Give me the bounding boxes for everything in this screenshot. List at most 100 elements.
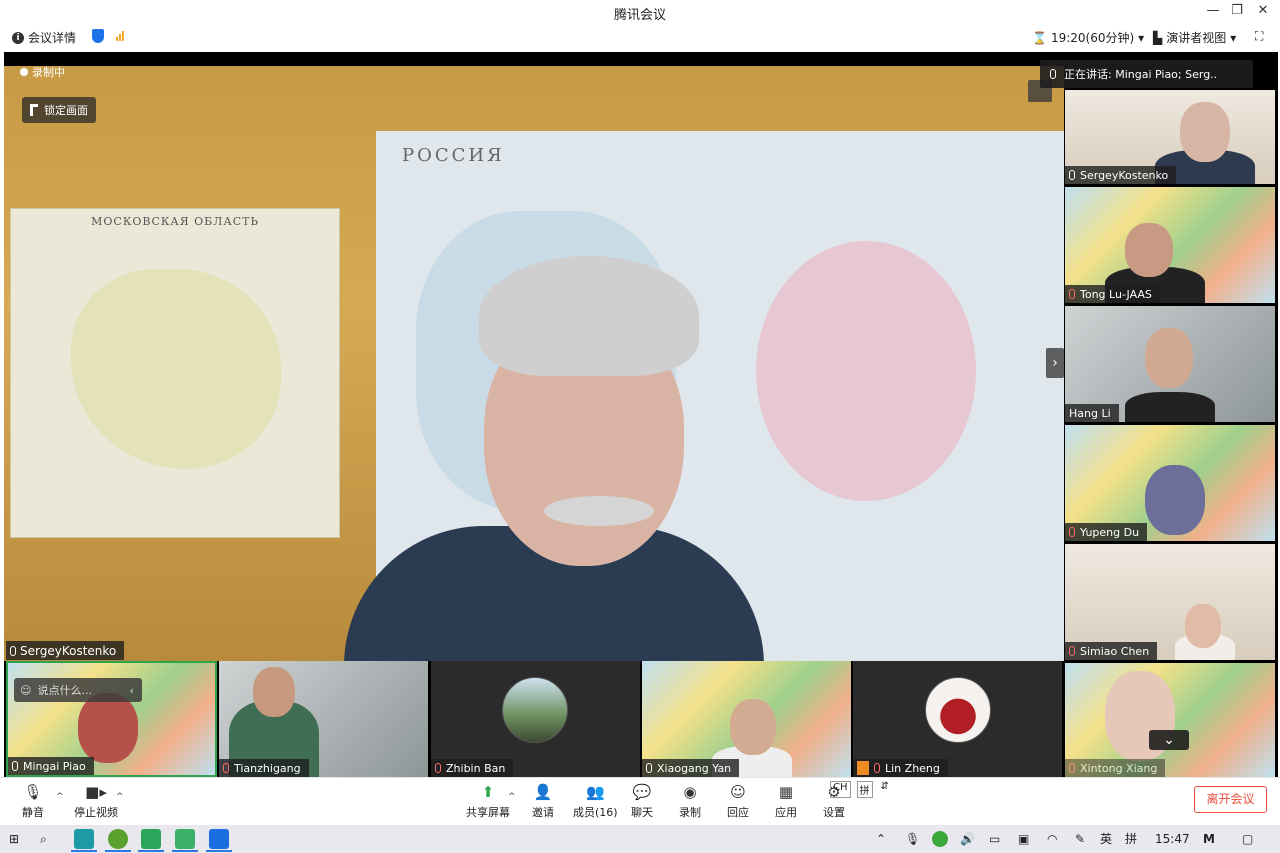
main-speaker-video[interactable]: МОСКОВСКАЯ ОБЛАСТЬ РОССИЯ: [4, 66, 1064, 661]
tray-app-icon[interactable]: M: [1203, 829, 1215, 849]
mic-muted-icon: [435, 763, 441, 773]
react-button[interactable]: ☺ 回应: [727, 782, 749, 820]
video-options-caret[interactable]: ^: [116, 792, 124, 802]
participant-label: Mingai Piao: [8, 757, 94, 775]
avatar: [502, 677, 568, 743]
wifi-icon[interactable]: ◠: [1047, 829, 1057, 849]
tray-lang[interactable]: 英: [1100, 829, 1112, 849]
participant-label: Yupeng Du: [1065, 523, 1148, 541]
ime-updown-icon: ⇵: [880, 781, 889, 792]
pin-icon: [30, 104, 38, 116]
battery-icon[interactable]: ▭: [989, 829, 1000, 849]
members-button[interactable]: 👥 成员(16): [573, 782, 618, 820]
video-tile[interactable]: Yupeng Du: [1065, 425, 1275, 541]
participant-label: Xintong Xiang: [1065, 759, 1166, 777]
invite-button[interactable]: 👤 邀请: [532, 782, 554, 820]
mute-options-caret[interactable]: ^: [56, 792, 64, 802]
restore-icon[interactable]: ❐: [1227, 2, 1247, 20]
meeting-details-label: 会议详情: [28, 31, 77, 45]
video-tile[interactable]: Xintong Xiang: [1065, 663, 1275, 777]
tray-ime[interactable]: 拼: [1125, 829, 1137, 849]
apps-button[interactable]: ▦ 应用: [775, 782, 797, 820]
participant-label: Tong Lu-JAAS: [1065, 285, 1160, 303]
chevron-down-icon: ▾: [1138, 30, 1145, 45]
clock[interactable]: 15:47: [1155, 829, 1190, 849]
participant-name: Mingai Piao: [23, 759, 86, 773]
participant-name: Xiaogang Yan: [657, 761, 732, 775]
apps-icon: ▦: [778, 783, 794, 801]
quick-chat-input[interactable]: ☺ 说点什么... ‹: [14, 678, 142, 702]
meeting-details-button[interactable]: i 会议详情: [12, 29, 76, 46]
minimize-icon[interactable]: —: [1203, 2, 1223, 20]
mic-muted-icon: [1069, 646, 1075, 656]
mic-icon: [12, 761, 18, 771]
leave-meeting-button[interactable]: 离开会议: [1194, 786, 1267, 813]
tray-app-icon[interactable]: [932, 831, 948, 847]
participant-name: Tong Lu-JAAS: [1080, 287, 1152, 301]
participant-label: Lin Zheng: [853, 759, 948, 777]
next-page-button[interactable]: ›: [1046, 348, 1064, 378]
expand-down-button[interactable]: ⌄: [1149, 730, 1189, 750]
video-tile[interactable]: Lin Zheng: [853, 661, 1062, 777]
ime-indicator[interactable]: CH 拼 ⇵: [830, 781, 891, 798]
meeting-timer[interactable]: ⌛ 19:20(60分钟) ▾: [1032, 29, 1144, 46]
tencent-meeting-icon[interactable]: [209, 829, 229, 849]
search-icon[interactable]: ⌕: [40, 829, 47, 849]
info-icon: i: [12, 31, 24, 44]
chevron-left-icon[interactable]: ‹: [130, 684, 134, 697]
participant-name: Zhibin Ban: [446, 761, 506, 775]
view-mode-dropdown[interactable]: ▙ 演讲者视图 ▾: [1153, 29, 1236, 46]
speaking-indicator: 正在讲话: Mingai Piao; Serg..: [1040, 60, 1253, 88]
emoji-icon[interactable]: ☺: [20, 684, 31, 697]
video-tile[interactable]: Zhibin Ban: [431, 661, 640, 777]
participant-name: SergeyKostenko: [1080, 168, 1169, 182]
video-tile[interactable]: Tianzhigang: [219, 661, 428, 777]
members-icon: 👥: [585, 783, 605, 801]
meeting-toolbar: 🎙 静音 ^ ■▸ 停止视频 ^ ⬆ 共享屏幕 ^ 👤 邀请 👥 成员(16) …: [0, 777, 1280, 823]
close-icon[interactable]: ✕: [1253, 2, 1273, 20]
fullscreen-button[interactable]: ⛶: [1255, 29, 1263, 44]
signal-icon: [116, 29, 124, 41]
share-screen-label: 共享屏幕: [466, 806, 510, 819]
lock-view-label: 锁定画面: [44, 104, 88, 117]
tray-mic-icon[interactable]: 🎙: [905, 829, 920, 849]
video-tile[interactable]: Xiaogang Yan: [642, 661, 851, 777]
network-button[interactable]: [116, 29, 124, 41]
notification-icon[interactable]: ▢: [1242, 829, 1253, 849]
recording-indicator: 录制中: [20, 64, 65, 80]
app-icon[interactable]: [74, 829, 94, 849]
recording-label: 录制中: [32, 66, 65, 79]
settings-label: 设置: [823, 806, 845, 819]
video-tile[interactable]: Hang Li: [1065, 306, 1275, 422]
react-label: 回应: [727, 806, 749, 819]
mic-icon: [1069, 170, 1075, 180]
mic-muted-icon: [1069, 289, 1075, 299]
apps-label: 应用: [775, 806, 797, 819]
video-tile[interactable]: Simiao Chen: [1065, 544, 1275, 660]
screen-icon[interactable]: ▣: [1018, 829, 1029, 849]
video-tile[interactable]: SergeyKostenko: [1065, 90, 1275, 184]
lock-view-button[interactable]: 锁定画面: [22, 97, 96, 123]
stop-video-button[interactable]: ■▸ 停止视频: [74, 782, 118, 820]
tray-chevron-up-icon[interactable]: ⌃: [876, 829, 886, 849]
desktop-app-icon[interactable]: [175, 829, 195, 849]
user-icon: [857, 761, 869, 775]
record-button[interactable]: ◉ 录制: [679, 782, 701, 820]
chat-button[interactable]: 💬 聊天: [631, 782, 653, 820]
security-button[interactable]: [92, 29, 104, 43]
participant-name: Xintong Xiang: [1080, 761, 1158, 775]
main-speaker-label: SergeyKostenko: [20, 643, 117, 658]
windows-start-icon[interactable]: ⊞: [9, 829, 19, 849]
share-options-caret[interactable]: ^: [508, 792, 516, 802]
wechat-icon[interactable]: [141, 829, 161, 849]
avatar: [925, 677, 991, 743]
browser-icon[interactable]: [108, 829, 128, 849]
share-screen-button[interactable]: ⬆ 共享屏幕: [466, 782, 510, 820]
hourglass-icon: ⌛: [1032, 30, 1047, 45]
pen-icon[interactable]: ✎: [1075, 829, 1085, 849]
os-taskbar: ⊞ ⌕ ⌃ 🎙 🔊 ▭ ▣ ◠ ✎ 英 拼 15:47 M ▢: [0, 825, 1280, 853]
volume-icon[interactable]: 🔊: [960, 829, 975, 849]
video-tile[interactable]: Tong Lu-JAAS: [1065, 187, 1275, 303]
mic-icon: [1050, 69, 1056, 79]
mute-button[interactable]: 🎙 静音: [22, 782, 44, 820]
